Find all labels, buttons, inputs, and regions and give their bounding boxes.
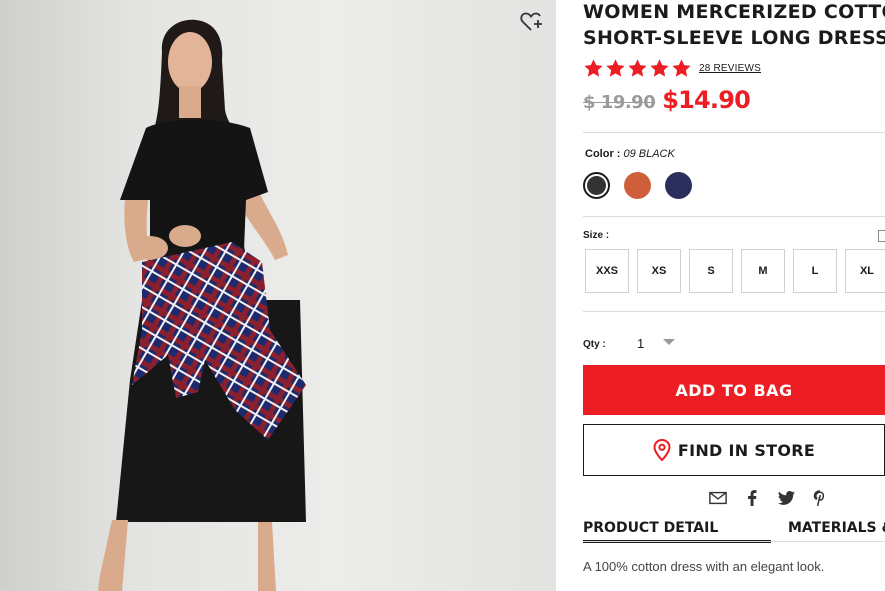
- find-in-store-label: FIND IN STORE: [677, 440, 816, 460]
- price-row: $ 19.90 $14.90: [583, 86, 885, 116]
- pinterest-icon[interactable]: [811, 489, 829, 507]
- color-swatch-orange[interactable]: [624, 172, 651, 199]
- size-label: Size :: [583, 230, 610, 241]
- tab-materials[interactable]: MATERIALS &: [788, 520, 885, 536]
- color-label-text: Color :: [585, 148, 621, 160]
- size-option-xxs[interactable]: XXS: [585, 249, 629, 293]
- twitter-icon[interactable]: [777, 489, 795, 507]
- product-image: [0, 0, 556, 591]
- model-illustration: [98, 19, 306, 591]
- star-icon: [606, 58, 625, 77]
- sale-price: $14.90: [662, 86, 751, 114]
- rating-row: 28 REVIEWS: [583, 56, 885, 80]
- size-option-l[interactable]: L: [793, 249, 837, 293]
- add-to-wishlist-icon[interactable]: [519, 9, 545, 35]
- star-icon: [628, 58, 647, 77]
- size-option-m[interactable]: M: [741, 249, 785, 293]
- quantity-select[interactable]: 1: [637, 336, 644, 351]
- color-swatch-fill: [587, 176, 606, 195]
- share-icons: [709, 489, 829, 507]
- product-description: A 100% cotton dress with an elegant look…: [583, 559, 825, 574]
- divider: [583, 132, 885, 133]
- product-title-line-2: SHORT-SLEEVE LONG DRESS: [583, 27, 885, 49]
- quantity-label: Qty :: [583, 339, 606, 350]
- rating-stars: [583, 58, 692, 79]
- add-to-bag-button[interactable]: ADD TO BAG: [583, 365, 885, 415]
- mail-icon[interactable]: [709, 489, 727, 507]
- color-swatch-fill: [665, 172, 692, 199]
- divider: [583, 216, 885, 217]
- size-option-xl[interactable]: XL: [845, 249, 885, 293]
- color-swatch-navy[interactable]: [665, 172, 692, 199]
- size-guide-icon[interactable]: [878, 230, 885, 242]
- color-swatch-black[interactable]: [583, 172, 610, 199]
- star-icon: [650, 58, 669, 77]
- star-icon: [672, 58, 691, 77]
- facebook-icon[interactable]: [743, 489, 761, 507]
- color-label: Color :09 BLACK: [585, 148, 675, 160]
- star-icon: [584, 58, 603, 77]
- detail-tabs: PRODUCT DETAIL MATERIALS &: [583, 520, 885, 543]
- original-price: $ 19.90: [583, 92, 656, 113]
- product-title-line-1: WOMEN MERCERIZED COTTON: [583, 1, 885, 23]
- tab-product-detail[interactable]: PRODUCT DETAIL: [583, 520, 772, 543]
- reviews-link[interactable]: 28 REVIEWS: [699, 63, 761, 74]
- size-options: XXS XS S M L XL: [585, 249, 885, 293]
- size-option-s[interactable]: S: [689, 249, 733, 293]
- tabs-divider: [583, 541, 885, 542]
- divider: [583, 311, 885, 312]
- color-swatches: [583, 172, 692, 199]
- size-option-xs[interactable]: XS: [637, 249, 681, 293]
- find-in-store-button[interactable]: FIND IN STORE: [583, 424, 885, 476]
- product-page: WOMEN MERCERIZED COTTON SHORT-SLEEVE LON…: [0, 0, 885, 591]
- product-info-panel: WOMEN MERCERIZED COTTON SHORT-SLEEVE LON…: [583, 0, 885, 591]
- selected-color-name: 09 BLACK: [623, 148, 675, 160]
- color-swatch-fill: [624, 172, 651, 199]
- chevron-down-icon[interactable]: [663, 339, 675, 345]
- location-pin-icon: [653, 439, 671, 461]
- product-title: WOMEN MERCERIZED COTTON SHORT-SLEEVE LON…: [583, 0, 885, 51]
